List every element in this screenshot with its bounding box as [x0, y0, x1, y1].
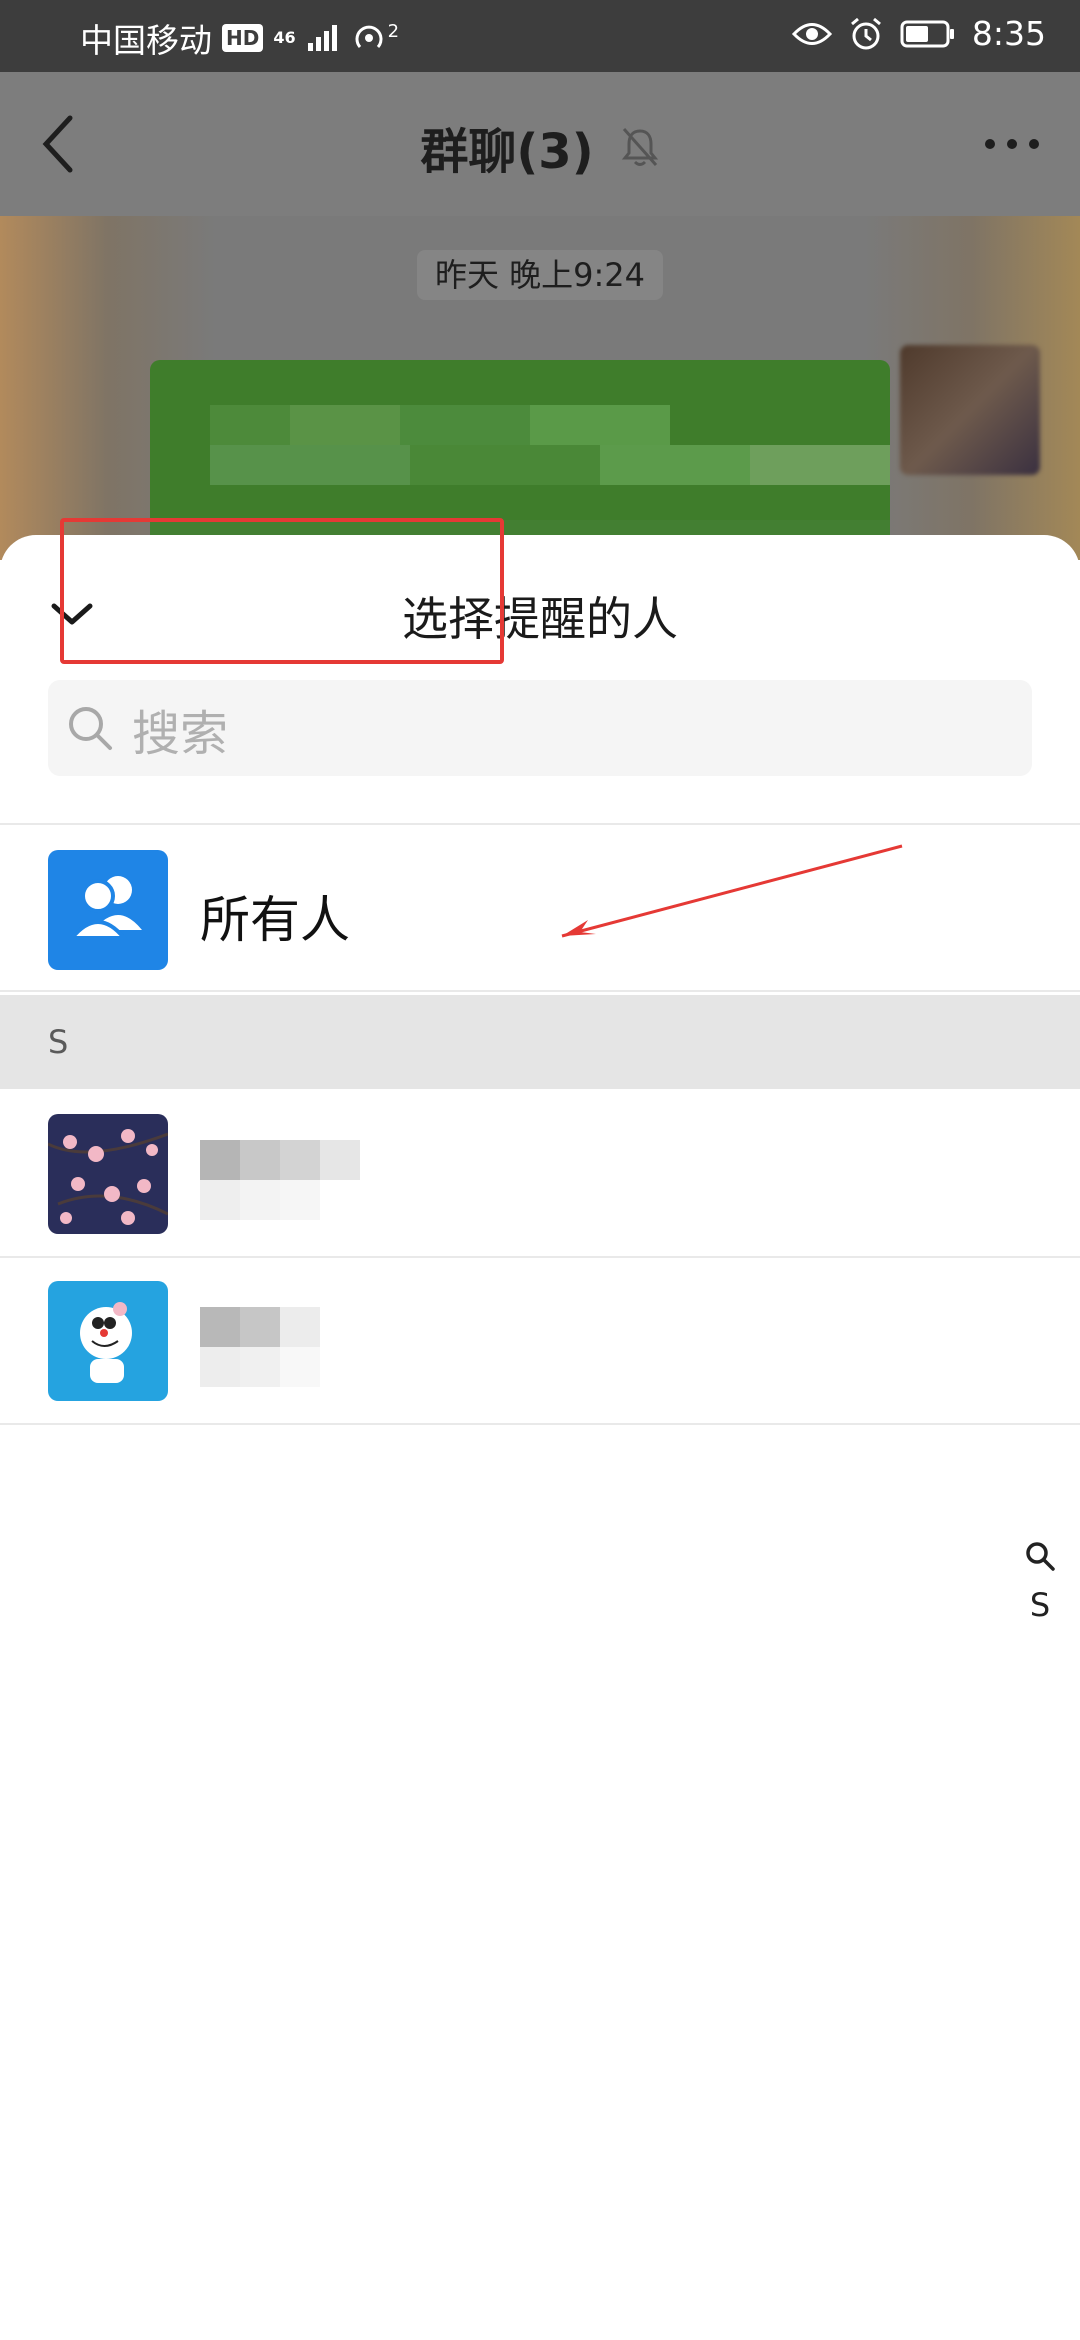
group-avatar: [48, 850, 168, 970]
cherry-blossom-image: [48, 1114, 168, 1234]
mention-picker-sheet: 选择提醒的人 搜索 所有人: [0, 535, 1080, 2340]
carrier-label: 中国移动: [80, 21, 212, 60]
annotation-arrow: [561, 844, 903, 938]
list-item-member[interactable]: [0, 1257, 1080, 1425]
member-avatar-blossom: [48, 1114, 168, 1234]
search-icon: [69, 707, 112, 750]
sender-avatar: [900, 345, 1040, 475]
section-header: S: [0, 995, 1080, 1089]
eye-icon: [791, 22, 832, 45]
sheet-header: 选择提醒的人: [0, 535, 1080, 685]
alarm-icon: [850, 17, 881, 49]
member-name-redacted: [200, 1140, 360, 1220]
alphabet-index-bar[interactable]: S: [1018, 1540, 1062, 1624]
member-name-redacted: [200, 1307, 320, 1387]
sheet-title: 选择提醒的人: [402, 592, 678, 646]
chat-timestamp: 昨天 晚上9:24: [0, 250, 1080, 300]
divider: [0, 990, 1080, 992]
chat-title: 群聊(3): [420, 124, 594, 180]
signal-icon: [307, 25, 337, 51]
chat-nav-bar: 群聊(3): [0, 72, 1080, 216]
status-bar: 中国移动 HD 46 2 8:35: [0, 0, 1080, 72]
battery-icon: [900, 20, 954, 47]
search-placeholder: 搜索: [132, 706, 229, 762]
list-item-member[interactable]: [0, 1090, 1080, 1258]
everyone-label: 所有人: [200, 891, 350, 949]
hotspot-count: 2: [387, 20, 400, 42]
member-avatar-doraemon: [48, 1281, 168, 1401]
divider: [0, 1423, 1080, 1425]
more-icon[interactable]: [984, 134, 1040, 154]
search-input[interactable]: 搜索: [48, 680, 1032, 776]
group-users-icon: [67, 876, 142, 940]
hd-badge: HD: [222, 24, 264, 52]
network-type-label: 46: [273, 28, 296, 47]
section-letter: S: [48, 1023, 69, 1061]
chat-background: 中国移动 HD 46 2 8:35 群聊(3) 昨天 晚上9:24: [0, 0, 1080, 560]
hotspot-icon: [355, 25, 383, 48]
index-letter-s[interactable]: S: [1018, 1586, 1062, 1624]
clock-time: 8:35: [971, 14, 1046, 53]
doraemon-image: [48, 1281, 168, 1401]
muted-bell-icon: [621, 128, 658, 166]
chat-message-bubble: [150, 360, 890, 560]
index-search-icon[interactable]: [1024, 1540, 1056, 1572]
